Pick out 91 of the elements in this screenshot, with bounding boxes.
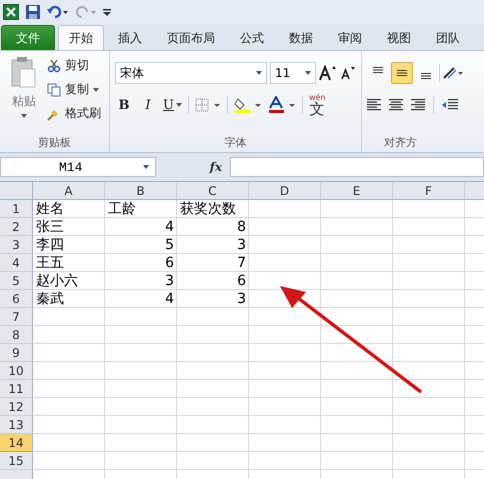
align-icon [397,70,407,76]
ribbon-tab[interactable]: 插入 [107,25,153,50]
phonetic-guide-button[interactable]: wén 文 [308,94,326,116]
cell-text: 李四 [36,236,64,254]
dropdown-icon[interactable] [143,165,149,169]
cell-text: 赵小六 [36,272,78,290]
name-box[interactable]: M14 [0,157,156,177]
ribbon-tab[interactable]: 公式 [229,25,275,50]
customize-toolbar-icon[interactable] [103,7,111,17]
cell-text: 王五 [36,254,64,272]
bold-button[interactable]: B [115,95,133,115]
row-header[interactable]: 6 [0,290,33,308]
cell-text: 张三 [36,218,64,236]
dropdown-icon[interactable] [21,114,27,118]
font-name-field[interactable]: 宋体 [115,62,267,84]
cell-text: 获奖次数 [180,200,236,218]
group-label: 剪贴板 [37,134,72,150]
group-label: 字体 [224,134,248,150]
row-header[interactable]: 14 [0,434,33,452]
ribbon-tab[interactable]: 数据 [278,25,324,50]
cell-text: 姓名 [36,200,64,218]
font-color-icon[interactable] [268,96,296,114]
cell-text: 工龄 [108,200,136,218]
undo-icon[interactable] [47,5,69,19]
horizontal-align-icon[interactable] [389,99,403,111]
underline-button[interactable]: U [163,95,182,115]
spreadsheet-app-icon [3,4,19,20]
ribbon-tab[interactable]: 文件 [1,25,55,50]
orientation-icon[interactable] [442,66,464,80]
clipboard-icon [11,57,37,89]
cell-text: 3 [165,273,174,289]
cell-text: 5 [165,237,174,253]
save-icon[interactable] [25,4,41,20]
horizontal-align-icon[interactable] [411,99,425,111]
row-header[interactable]: 8 [0,326,33,344]
ribbon-tab[interactable]: 视图 [376,25,422,50]
indent-icon[interactable] [442,99,458,111]
font-size-field[interactable]: 11 [270,62,316,84]
fill-color-icon[interactable] [234,96,262,114]
dropdown-icon[interactable] [93,88,99,92]
column-header[interactable]: F [393,182,465,200]
cell-text: 6 [237,273,246,289]
horizontal-align-icon[interactable] [367,99,381,111]
cell-text: 4 [165,219,174,235]
cell-text: 8 [237,219,246,235]
cut-button[interactable]: 剪切 [47,55,101,76]
row-header[interactable]: 4 [0,254,33,272]
align-icon [373,67,383,73]
copy-button[interactable]: 复制 [47,79,101,100]
cell-text: 3 [237,291,246,307]
row-header[interactable]: 3 [0,236,33,254]
row-header[interactable]: 2 [0,218,33,236]
ribbon-tab[interactable]: 审阅 [327,25,373,50]
formula-input-field[interactable] [230,157,484,177]
row-header[interactable]: 11 [0,380,33,398]
row-header[interactable]: 15 [0,452,33,470]
align-icon [421,73,431,79]
row-header[interactable]: 5 [0,272,33,290]
cell-text: 3 [237,237,246,253]
cell-text: 6 [165,255,174,271]
borders-icon[interactable] [194,98,221,112]
group-label: 对齐方 [383,134,418,150]
column-header[interactable]: B [105,182,177,200]
shrink-font-icon[interactable] [340,66,356,80]
ribbon-tab[interactable]: 页面布局 [156,25,226,50]
row-header[interactable]: 7 [0,308,33,326]
format-painter-button[interactable]: 格式刷 [47,103,101,124]
scissors-icon [47,58,61,72]
vertical-align-button[interactable] [391,62,413,84]
column-header[interactable]: A [33,182,105,200]
cell-text: 7 [237,255,246,271]
copy-icon [47,82,61,96]
paste-button[interactable]: 粘贴 [5,55,43,132]
column-header[interactable]: D [249,182,321,200]
grow-font-icon[interactable] [319,65,337,81]
row-header[interactable]: 1 [0,200,33,218]
italic-button[interactable]: I [139,95,157,115]
insert-function-button[interactable]: fx [158,160,228,174]
row-header[interactable]: 13 [0,416,33,434]
dropdown-icon[interactable] [176,103,182,107]
cell-text: 秦武 [36,290,64,308]
column-header[interactable]: C [177,182,249,200]
row-header[interactable]: 12 [0,398,33,416]
dropdown-icon[interactable] [256,71,262,75]
dropdown-icon[interactable] [305,71,311,75]
cell-text: 4 [165,291,174,307]
ribbon-tab[interactable]: 团队 [425,25,471,50]
row-header[interactable]: 9 [0,344,33,362]
column-header[interactable]: E [321,182,393,200]
ribbon-tab[interactable]: 开始 [58,25,104,50]
row-header[interactable]: 10 [0,362,33,380]
